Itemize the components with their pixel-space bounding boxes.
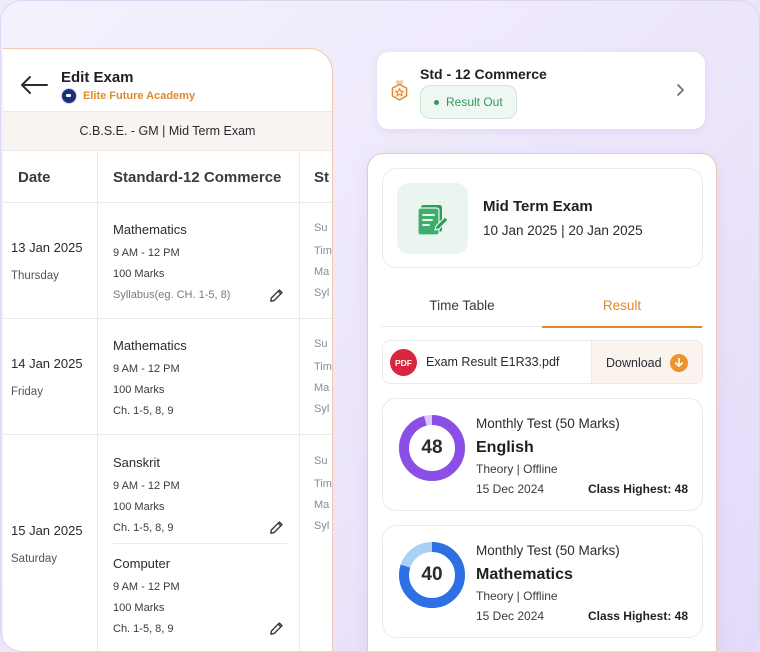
- clipped-text: Ma: [314, 499, 330, 511]
- status-badge: Result Out: [420, 85, 517, 119]
- class-highest: Class Highest: 48: [587, 609, 688, 623]
- exam-mode: Theory | Offline: [476, 462, 558, 476]
- app-frame: Edit Exam Elite Future Academy C.B.S.E. …: [0, 0, 760, 652]
- exam-document-icon: [416, 204, 449, 236]
- page-title: Edit Exam: [61, 69, 134, 86]
- status-label: Result Out: [446, 95, 503, 109]
- subject-name: Computer: [113, 556, 171, 571]
- subject-time: 9 AM - 12 PM: [113, 581, 180, 593]
- download-button[interactable]: Download: [591, 341, 702, 383]
- score-value: 40: [421, 564, 443, 585]
- subject-syllabus: Syllabus(eg. CH. 1-5, 8): [113, 289, 231, 301]
- row-date: 14 Jan 2025: [11, 356, 83, 371]
- exam-title: Mid Term Exam: [483, 198, 593, 215]
- medal-badge-icon: [391, 80, 408, 101]
- subject-marks: 100 Marks: [113, 602, 165, 614]
- clipped-text: Tim: [314, 245, 332, 257]
- clipped-text: Tim: [314, 478, 332, 490]
- result-card[interactable]: 40 Monthly Test (50 Marks) Mathematics T…: [382, 525, 703, 638]
- exam-icon-tile: [397, 183, 468, 254]
- exam-schedule-table: Date Standard-12 Commerce St 13 Jan 2025…: [3, 151, 332, 651]
- edit-pencil-icon[interactable]: [268, 519, 285, 536]
- tab-result[interactable]: Result: [542, 284, 702, 328]
- clipped-text: Ma: [314, 382, 330, 394]
- column-header-date: Date: [18, 168, 51, 186]
- result-card[interactable]: 48 Monthly Test (50 Marks) English Theor…: [382, 398, 703, 511]
- pdf-file-icon: PDF: [390, 349, 417, 376]
- row-day: Thursday: [11, 270, 59, 282]
- exam-summary: Mid Term Exam 10 Jan 2025 | 20 Jan 2025: [382, 168, 703, 268]
- edit-pencil-icon[interactable]: [268, 287, 285, 304]
- table-row: 15 Jan 2025 Saturday Sanskrit 9 AM - 12 …: [3, 435, 332, 651]
- clipped-text: Tim: [314, 361, 332, 373]
- subject-marks: 100 Marks: [113, 501, 165, 513]
- subject-time: 9 AM - 12 PM: [113, 363, 180, 375]
- subject-time: 9 AM - 12 PM: [113, 247, 180, 259]
- download-arrow-icon: [669, 354, 688, 372]
- exam-detail-card: Mid Term Exam 10 Jan 2025 | 20 Jan 2025 …: [367, 153, 717, 651]
- table-header: Date Standard-12 Commerce St: [3, 151, 332, 203]
- column-header-standard: Standard-12 Commerce: [113, 168, 282, 186]
- subject-divider: [113, 543, 287, 544]
- subject-syllabus: Ch. 1-5, 8, 9: [113, 405, 174, 417]
- tab-time-table[interactable]: Time Table: [382, 284, 542, 326]
- test-name: Monthly Test (50 Marks): [476, 543, 620, 558]
- column-header-next: St: [314, 168, 329, 186]
- status-dot-icon: [434, 99, 439, 105]
- table-row: 13 Jan 2025 Thursday Mathematics 9 AM - …: [3, 203, 332, 319]
- edit-pencil-icon[interactable]: [268, 620, 285, 637]
- class-highest: Class Highest: 48: [587, 482, 688, 496]
- clipped-text: Su: [314, 222, 328, 234]
- standard-title: Std - 12 Commerce: [420, 66, 547, 82]
- row-day: Friday: [11, 386, 43, 398]
- clipped-text: Syl: [314, 520, 330, 532]
- exam-date: 15 Dec 2024: [476, 609, 545, 623]
- edit-exam-panel: Edit Exam Elite Future Academy C.B.S.E. …: [3, 48, 333, 651]
- subject-syllabus: Ch. 1-5, 8, 9: [113, 522, 174, 534]
- exam-date: 15 Dec 2024: [476, 482, 545, 496]
- row-day: Saturday: [11, 553, 58, 565]
- result-file-row: PDF Exam Result E1R33.pdf Download: [382, 340, 703, 384]
- standard-card[interactable]: Std - 12 Commerce Result Out: [377, 52, 705, 129]
- row-date: 15 Jan 2025: [11, 523, 83, 538]
- chevron-right-icon[interactable]: [675, 83, 685, 97]
- subject-syllabus: Ch. 1-5, 8, 9: [113, 623, 174, 635]
- clipped-text: Syl: [314, 403, 330, 415]
- test-name: Monthly Test (50 Marks): [476, 416, 620, 431]
- school-name: Elite Future Academy: [83, 90, 196, 102]
- subject-name: English: [476, 439, 534, 456]
- tab-bar: Time Table Result: [382, 284, 703, 328]
- subject-marks: 100 Marks: [113, 268, 165, 280]
- subject-time: 9 AM - 12 PM: [113, 480, 180, 492]
- subject-name: Mathematics: [113, 222, 187, 237]
- panel-header: Edit Exam Elite Future Academy: [3, 49, 332, 111]
- clipped-text: Su: [314, 338, 328, 350]
- arrow-left-icon[interactable]: [19, 75, 49, 95]
- exam-strip: C.B.S.E. - GM | Mid Term Exam: [3, 111, 332, 151]
- subject-name: Sanskrit: [113, 455, 160, 470]
- subject-marks: 100 Marks: [113, 384, 165, 396]
- file-name: Exam Result E1R33.pdf: [426, 355, 560, 369]
- school-logo-icon: [61, 88, 77, 104]
- clipped-text: Ma: [314, 266, 330, 278]
- subject-name: Mathematics: [113, 338, 187, 353]
- clipped-text: Syl: [314, 287, 330, 299]
- score-value: 48: [421, 437, 443, 458]
- subject-name: Mathematics: [476, 566, 573, 583]
- download-label: Download: [606, 356, 662, 370]
- table-row: 14 Jan 2025 Friday Mathematics 9 AM - 12…: [3, 319, 332, 435]
- row-date: 13 Jan 2025: [11, 240, 83, 255]
- exam-dates: 10 Jan 2025 | 20 Jan 2025: [483, 223, 643, 238]
- clipped-text: Su: [314, 455, 328, 467]
- exam-mode: Theory | Offline: [476, 589, 558, 603]
